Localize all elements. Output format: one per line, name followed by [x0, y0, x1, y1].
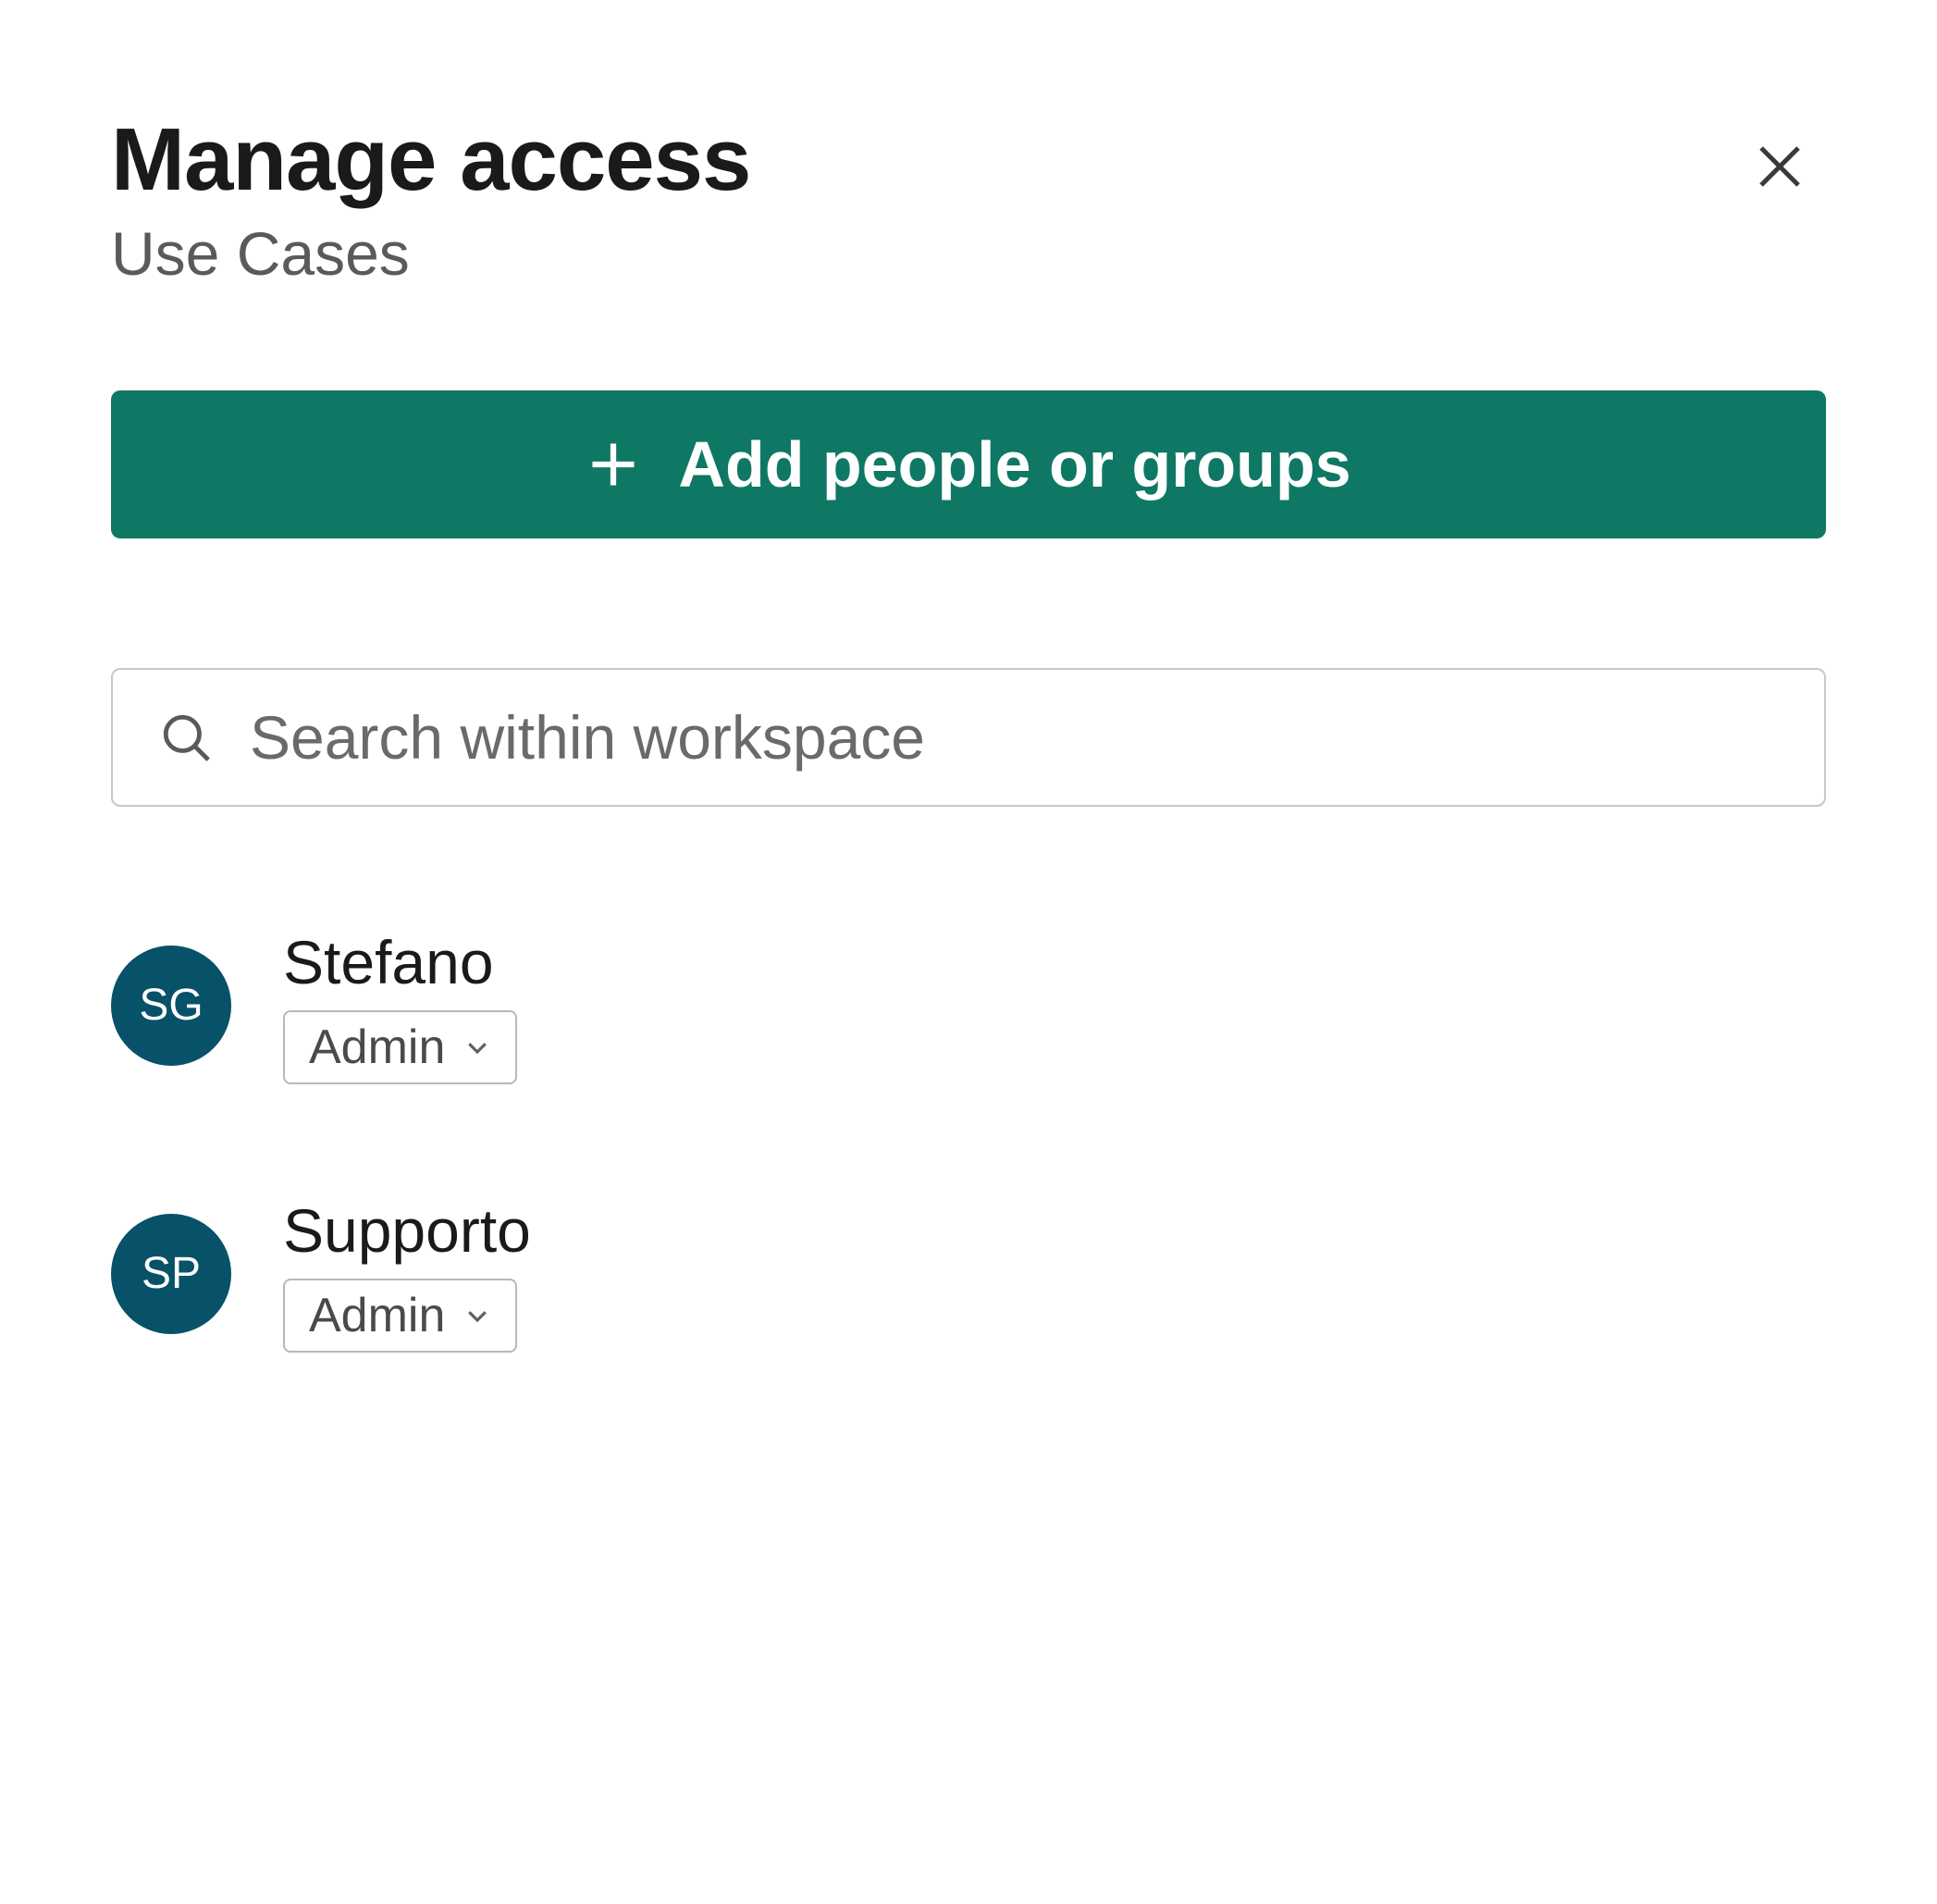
search-input[interactable]: [250, 702, 1778, 773]
user-list: SG Stefano Admin SP Supporto Admin: [111, 927, 1826, 1353]
role-dropdown[interactable]: Admin: [283, 1010, 517, 1084]
role-dropdown[interactable]: Admin: [283, 1279, 517, 1353]
add-button-label: Add people or groups: [678, 427, 1351, 501]
user-name: Stefano: [283, 927, 517, 997]
plus-icon: [586, 437, 641, 492]
role-label: Admin: [309, 1020, 445, 1075]
role-label: Admin: [309, 1288, 445, 1343]
panel-header: Manage access Use Cases: [111, 111, 1826, 289]
panel-subtitle: Use Cases: [111, 218, 750, 289]
user-info: Supporto Admin: [283, 1195, 531, 1353]
add-people-button[interactable]: Add people or groups: [111, 390, 1826, 538]
avatar: SG: [111, 946, 231, 1066]
avatar: SP: [111, 1214, 231, 1334]
close-icon: [1752, 139, 1807, 194]
close-button[interactable]: [1733, 120, 1826, 213]
search-icon: [159, 711, 213, 764]
chevron-down-icon: [463, 1302, 491, 1329]
chevron-down-icon: [463, 1033, 491, 1061]
user-name: Supporto: [283, 1195, 531, 1266]
user-row: SG Stefano Admin: [111, 927, 1826, 1084]
user-info: Stefano Admin: [283, 927, 517, 1084]
search-box[interactable]: [111, 668, 1826, 807]
user-row: SP Supporto Admin: [111, 1195, 1826, 1353]
panel-title: Manage access: [111, 111, 750, 209]
header-text-block: Manage access Use Cases: [111, 111, 750, 289]
manage-access-panel: Manage access Use Cases Add people or gr…: [111, 111, 1826, 1353]
